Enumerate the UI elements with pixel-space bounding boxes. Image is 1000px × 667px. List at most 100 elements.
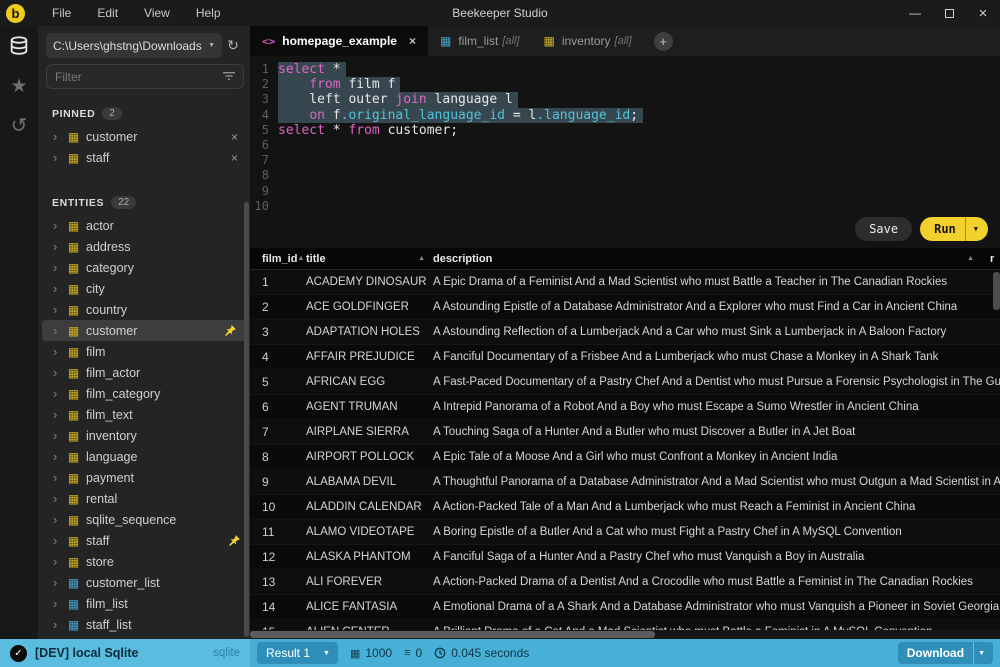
sort-asc-icon[interactable]: ▲ (297, 255, 304, 262)
entity-item-customer[interactable]: › ▦ customer (42, 320, 246, 341)
download-button[interactable]: Download ▼ (898, 642, 993, 664)
database-icon[interactable] (8, 35, 30, 57)
table-row[interactable]: 5AFRICAN EGGA Fast-Paced Documentary of … (250, 370, 1000, 395)
table-row[interactable]: 1ACADEMY DINOSAURA Epic Drama of a Femin… (250, 270, 1000, 295)
result-label[interactable]: Result 1 (257, 642, 319, 664)
table-row[interactable]: 12ALASKA PHANTOMA Fanciful Saga of a Hun… (250, 545, 1000, 570)
add-tab-icon[interactable]: + (654, 32, 673, 51)
close-icon[interactable]: × (966, 0, 1000, 26)
sql-editor[interactable]: 1select * 2 from film f 3 left outer joi… (250, 56, 1000, 248)
results-grid[interactable]: 1ACADEMY DINOSAURA Epic Drama of a Femin… (250, 270, 1000, 639)
table-row[interactable]: 2ACE GOLDFINGERA Astounding Epistle of a… (250, 295, 1000, 320)
entity-item-sales-by-store[interactable]: › ▦ sales_by_store (38, 635, 250, 639)
entity-item-payment[interactable]: › ▦ payment (38, 467, 250, 488)
entity-item-actor[interactable]: › ▦ actor (38, 215, 250, 236)
filter-input[interactable] (55, 70, 223, 84)
entity-item-film-category[interactable]: › ▦ film_category (38, 383, 250, 404)
tab-close-icon[interactable]: × (409, 34, 416, 48)
maximize-icon[interactable] (932, 0, 966, 26)
entity-item-film-actor[interactable]: › ▦ film_actor (38, 362, 250, 383)
tab-homepage-example[interactable]: <> homepage_example × (250, 26, 428, 56)
table-row[interactable]: 14ALICE FANTASIAA Emotional Drama of a A… (250, 595, 1000, 620)
chevron-right-icon[interactable]: › (53, 386, 66, 401)
pin-icon[interactable] (225, 325, 236, 336)
minimize-icon[interactable]: — (898, 0, 932, 26)
table-row[interactable]: 7AIRPLANE SIERRAA Touching Saga of a Hun… (250, 420, 1000, 445)
chevron-right-icon[interactable]: › (53, 323, 66, 338)
entity-item-film[interactable]: › ▦ film (38, 341, 250, 362)
menu-file[interactable]: File (39, 0, 84, 26)
chevron-right-icon[interactable]: › (53, 260, 66, 275)
unpin-close-icon[interactable]: × (231, 151, 238, 165)
entity-item-inventory[interactable]: › ▦ inventory (38, 425, 250, 446)
column-release-year-partial[interactable]: r (990, 253, 1000, 265)
pinned-item-staff[interactable]: › ▦ staff × (38, 147, 250, 168)
chevron-right-icon[interactable]: › (53, 512, 66, 527)
chevron-right-icon[interactable]: › (53, 239, 66, 254)
chevron-right-icon[interactable]: › (53, 596, 66, 611)
download-caret-icon[interactable]: ▼ (974, 646, 993, 661)
result-selector[interactable]: Result 1 ▼ (257, 642, 338, 664)
entity-item-rental[interactable]: › ▦ rental (38, 488, 250, 509)
chevron-right-icon[interactable]: › (53, 617, 66, 632)
entity-item-staff-list[interactable]: › ▦ staff_list (38, 614, 250, 635)
chevron-right-icon[interactable]: › (53, 470, 66, 485)
entity-item-sqlite-sequence[interactable]: › ▦ sqlite_sequence (38, 509, 250, 530)
run-button[interactable]: Run ▼ (920, 217, 988, 241)
entity-item-address[interactable]: › ▦ address (38, 236, 250, 257)
chevron-right-icon[interactable]: › (53, 449, 66, 464)
refresh-icon[interactable]: ↻ (222, 37, 244, 54)
download-label[interactable]: Download (898, 642, 973, 664)
connection-dropdown[interactable]: C:\Users\ghstng\Downloads ▼ (46, 33, 222, 58)
entity-item-country[interactable]: › ▦ country (38, 299, 250, 320)
tab-film-list[interactable]: ▦ film_list [all] (428, 26, 531, 56)
run-dropdown-caret-icon[interactable]: ▼ (966, 220, 988, 238)
table-row[interactable]: 8AIRPORT POLLOCKA Epic Tale of a Moose A… (250, 445, 1000, 470)
unpin-close-icon[interactable]: × (231, 130, 238, 144)
menu-edit[interactable]: Edit (84, 0, 131, 26)
entity-item-staff[interactable]: › ▦ staff (38, 530, 250, 551)
entity-item-language[interactable]: › ▦ language (38, 446, 250, 467)
column-film-id[interactable]: film_id ▲ (250, 253, 306, 265)
table-row[interactable]: 6AGENT TRUMANA Intrepid Panorama of a Ro… (250, 395, 1000, 420)
sort-asc-icon[interactable]: ▲ (418, 255, 425, 262)
pinned-item-customer[interactable]: › ▦ customer × (38, 126, 250, 147)
results-horizontal-scrollbar[interactable] (250, 630, 1000, 639)
chevron-right-icon[interactable]: › (53, 218, 66, 233)
run-label[interactable]: Run (920, 217, 965, 241)
chevron-right-icon[interactable]: › (53, 407, 66, 422)
sidebar-scrollbar[interactable] (244, 202, 249, 637)
save-button[interactable]: Save (855, 217, 912, 241)
chevron-right-icon[interactable]: › (53, 428, 66, 443)
table-row[interactable]: 13ALI FOREVERA Action-Packed Drama of a … (250, 570, 1000, 595)
results-vertical-scrollbar[interactable] (993, 272, 1000, 310)
favorites-star-icon[interactable]: ★ (10, 77, 27, 96)
filter-icon[interactable] (223, 68, 235, 86)
result-caret-icon[interactable]: ▼ (319, 646, 338, 661)
column-description[interactable]: description (433, 253, 967, 265)
entity-item-customer-list[interactable]: › ▦ customer_list (38, 572, 250, 593)
menu-view[interactable]: View (131, 0, 183, 26)
table-row[interactable]: 11ALAMO VIDEOTAPEA Boring Epistle of a B… (250, 520, 1000, 545)
chevron-right-icon[interactable]: › (53, 129, 66, 144)
table-row[interactable]: 4AFFAIR PREJUDICEA Fanciful Documentary … (250, 345, 1000, 370)
chevron-right-icon[interactable]: › (53, 554, 66, 569)
chevron-right-icon[interactable]: › (53, 533, 66, 548)
entity-item-city[interactable]: › ▦ city (38, 278, 250, 299)
entity-item-film-list[interactable]: › ▦ film_list (38, 593, 250, 614)
menu-help[interactable]: Help (183, 0, 234, 26)
chevron-right-icon[interactable]: › (53, 365, 66, 380)
column-title[interactable]: title ▲ (306, 253, 433, 265)
table-row[interactable]: 10ALADDIN CALENDARA Action-Packed Tale o… (250, 495, 1000, 520)
table-row[interactable]: 3ADAPTATION HOLESA Astounding Reflection… (250, 320, 1000, 345)
history-icon[interactable]: ↺ (11, 116, 28, 136)
chevron-right-icon[interactable]: › (53, 281, 66, 296)
pin-icon[interactable] (229, 535, 240, 546)
chevron-right-icon[interactable]: › (53, 575, 66, 590)
tab-inventory[interactable]: ▦ inventory [all] (531, 26, 643, 56)
chevron-right-icon[interactable]: › (53, 638, 66, 639)
chevron-right-icon[interactable]: › (53, 491, 66, 506)
entity-item-film-text[interactable]: › ▦ film_text (38, 404, 250, 425)
chevron-right-icon[interactable]: › (53, 302, 66, 317)
chevron-right-icon[interactable]: › (53, 344, 66, 359)
